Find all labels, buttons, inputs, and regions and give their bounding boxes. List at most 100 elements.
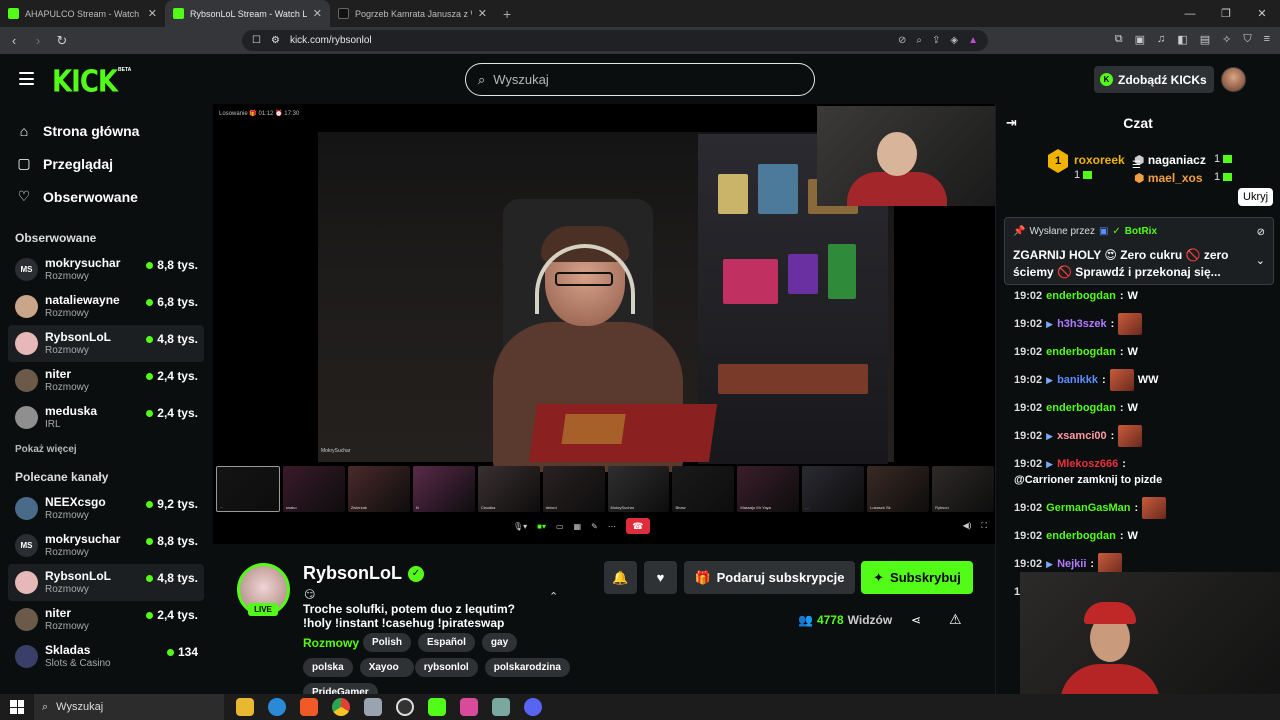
user-avatar[interactable] (1221, 67, 1246, 92)
stream-tag[interactable]: polska (303, 658, 353, 677)
wallet-icon[interactable]: ▣ (1135, 33, 1145, 46)
stream-tag[interactable]: rybsonlol (414, 658, 478, 677)
sidebar-channel[interactable]: MS mokrysuchar Rozmowy 8,8 tys. (0, 527, 212, 564)
bookmark-icon[interactable]: ☐ (252, 35, 261, 46)
message-username[interactable]: Mlekosz666 (1057, 456, 1118, 472)
screen-share-icon[interactable]: ▭ (556, 522, 564, 531)
sidebar-channel[interactable]: niter Rozmowy 2,4 tys. (0, 362, 212, 399)
mic-icon[interactable]: 🎙▾ (513, 522, 527, 531)
app-icon[interactable] (364, 698, 382, 716)
reload-icon[interactable]: ↻ (52, 33, 72, 49)
camera-icon[interactable]: ■▾ (537, 522, 546, 531)
get-kicks-button[interactable]: K Zdobądź KICKs (1094, 66, 1214, 93)
message-username[interactable]: enderbogdan (1046, 344, 1116, 360)
participant-thumbnail[interactable]: Rybson (932, 466, 995, 512)
message-username[interactable]: Nejkii (1057, 556, 1086, 572)
message-username[interactable]: h3h3szek (1057, 316, 1107, 332)
pinned-message[interactable]: 📌 Wysłane przez ▣ ✓ BotRix ⊘ ZGARNIJ HOL… (1004, 217, 1274, 285)
browser-tab-active[interactable]: RybsonLoL Stream - Watch Li ✕ (165, 0, 330, 27)
collapse-chat-icon[interactable]: ⇥ (1006, 115, 1017, 131)
participant-thumbnail[interactable]: snako (282, 466, 345, 512)
sidebar-icon[interactable]: ◧ (1177, 33, 1187, 46)
brave-shield-icon[interactable]: ◈ (950, 35, 958, 46)
rewards-icon[interactable]: ▲ (968, 35, 978, 46)
share-icon[interactable]: ⋖ (911, 613, 921, 627)
effects-icon[interactable]: ✎ (591, 522, 598, 531)
leaderboard-name[interactable]: roxoreek (1074, 153, 1125, 167)
stream-tag[interactable]: Polish (363, 633, 412, 652)
browser-tab[interactable]: AHAPULCO Stream - Watch Live on K ✕ (0, 0, 165, 27)
leo-icon[interactable]: ✧ (1222, 33, 1231, 46)
windows-start-icon[interactable] (10, 700, 24, 714)
stream-tag[interactable]: Xayoo (359, 658, 408, 677)
new-tab-button[interactable]: + (495, 0, 519, 27)
address-bar[interactable]: ☐ ⚙ kick.com/rybsonlol ⊘ ⌕ ⇪ ◈ ▲ (242, 30, 988, 51)
discord-icon[interactable] (524, 698, 542, 716)
streamer-name[interactable]: RybsonLoL ✓ (303, 563, 424, 584)
edge-icon[interactable] (268, 698, 286, 716)
participant-thumbnail[interactable]: Bhaw (672, 466, 735, 512)
hide-pin-icon[interactable]: ⊘ (1257, 227, 1265, 238)
close-icon[interactable]: ✕ (313, 7, 322, 20)
participant-thumbnail[interactable]: Massajo Mr Yaya (737, 466, 800, 512)
sidebar-channel[interactable]: niter Rozmowy 2,4 tys. (0, 601, 212, 638)
chevron-up-icon[interactable]: ⌃ (549, 590, 558, 603)
restore-icon[interactable]: ❐ (1208, 0, 1244, 27)
sidebar-channel[interactable]: meduska IRL 2,4 tys. (0, 399, 212, 436)
menu-icon[interactable]: ≡ (1264, 33, 1270, 46)
file-explorer-icon[interactable] (236, 698, 254, 716)
follow-button[interactable]: ♥ (644, 561, 677, 594)
report-icon[interactable]: ⚠ (949, 611, 962, 628)
site-info-icon[interactable]: ⚙ (271, 35, 280, 46)
message-username[interactable]: enderbogdan (1046, 400, 1116, 416)
vpn-icon[interactable]: ⛉ (1243, 33, 1251, 46)
taskbar-search[interactable]: ⌕ Wyszukaj (34, 694, 224, 720)
nav-following[interactable]: ♡ Obserwowane (0, 180, 212, 213)
volume-icon[interactable]: ◀) (963, 521, 972, 531)
subscribe-button[interactable]: ✦ Subskrybuj (861, 561, 973, 594)
nav-browse[interactable]: ▢ Przeglądaj (0, 147, 212, 180)
back-icon[interactable]: ‹ (4, 33, 24, 48)
zoom-icon[interactable]: ⌕ (916, 35, 922, 46)
wallet-icon[interactable]: ▤ (1200, 33, 1210, 46)
app-icon[interactable] (460, 698, 478, 716)
participant-thumbnail[interactable]: N (412, 466, 475, 512)
hamburger-icon[interactable] (19, 72, 34, 85)
close-window-icon[interactable]: ✕ (1244, 0, 1280, 27)
show-more-button[interactable]: Pokaż więcej (0, 436, 212, 462)
brave-icon[interactable] (300, 698, 318, 716)
filter-icon[interactable]: ☰ (1132, 160, 1141, 171)
participant-thumbnail[interactable]: delord (542, 466, 605, 512)
sidebar-channel[interactable]: RybsonLoL Rozmowy 4,8 tys. (8, 564, 204, 601)
participant-thumbnail[interactable]: Zwierzak (347, 466, 410, 512)
stream-tag[interactable]: Español (418, 633, 475, 652)
obs-icon[interactable] (396, 698, 414, 716)
nav-home[interactable]: ⌂ Strona główna (0, 114, 212, 147)
participant-thumbnail[interactable]: MokrySuchar (607, 466, 670, 512)
stream-tag[interactable]: polskarodzina (484, 658, 570, 677)
stream-tag[interactable]: gay (481, 633, 518, 652)
message-username[interactable]: enderbogdan (1046, 288, 1116, 304)
sidebar-channel[interactable]: RybsonLoL Rozmowy 4,8 tys. (8, 325, 204, 362)
search-input[interactable] (493, 72, 794, 87)
fullscreen-icon[interactable]: ⛶ (981, 521, 987, 531)
minimize-icon[interactable]: — (1172, 0, 1208, 27)
kick-logo[interactable]: KICK (52, 65, 118, 100)
participant-thumbnail[interactable]: Claudka (477, 466, 540, 512)
message-username[interactable]: enderbogdan (1046, 528, 1116, 544)
more-icon[interactable]: ⋯ (608, 522, 616, 531)
leaderboard-name[interactable]: ⬢ mael_xos (1134, 171, 1203, 185)
message-username[interactable]: banikkk (1057, 372, 1098, 388)
message-username[interactable]: xsamci00 (1057, 428, 1107, 444)
notify-button[interactable]: 🔔 (604, 561, 637, 594)
participant-thumbnail[interactable]: ... (802, 466, 865, 512)
chevron-down-icon[interactable]: ⌄ (1256, 254, 1265, 267)
stream-category[interactable]: Rozmowy (303, 636, 359, 650)
app-icon[interactable] (492, 698, 510, 716)
kick-app-icon[interactable] (428, 698, 446, 716)
close-icon[interactable]: ✕ (148, 7, 157, 20)
sidebar-channel[interactable]: MS mokrysuchar Rozmowy 8,8 tys. (0, 251, 212, 288)
participant-thumbnail[interactable]: ... (216, 466, 280, 512)
close-icon[interactable]: ✕ (478, 7, 487, 20)
participant-thumbnail[interactable]: Lukaszk Sk (867, 466, 930, 512)
